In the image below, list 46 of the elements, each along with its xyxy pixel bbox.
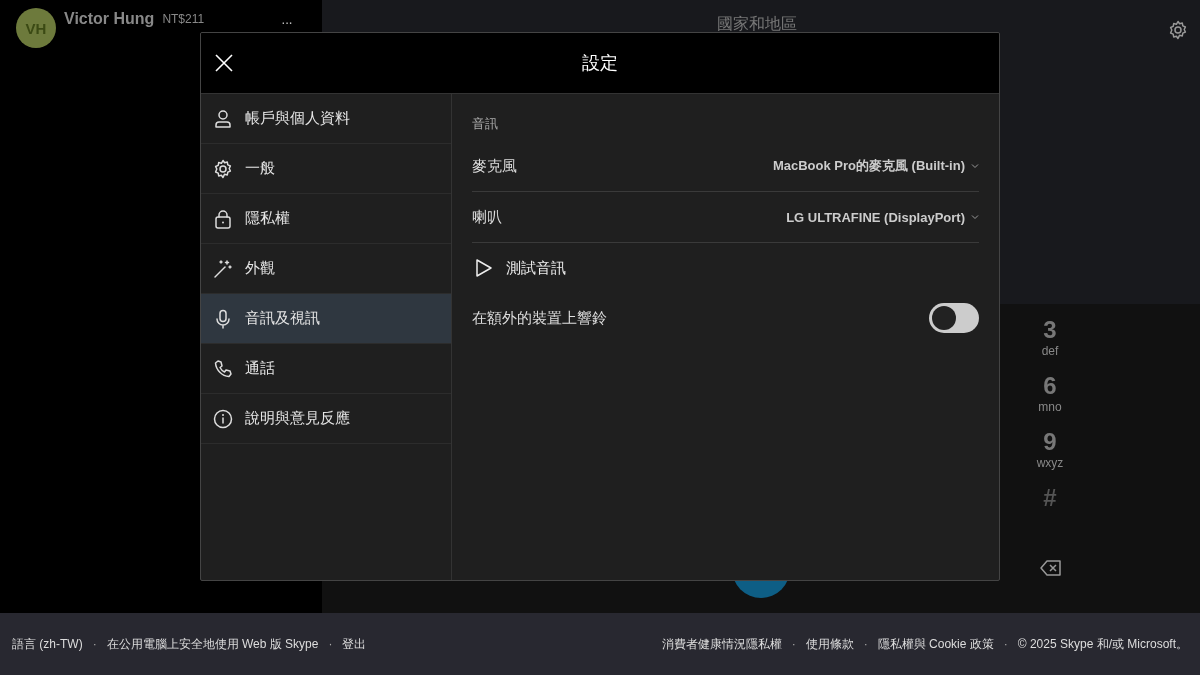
dialpad-key[interactable]: 6 mno xyxy=(1038,372,1062,424)
country-selector[interactable]: 國家和地區 xyxy=(717,14,797,35)
separator-dot: · xyxy=(92,637,97,651)
test-audio-button[interactable]: 測試音訊 xyxy=(472,257,566,279)
chevron-down-icon xyxy=(971,163,979,169)
device-dropdown[interactable]: LG ULTRAFINE (DisplayPort) xyxy=(786,209,979,225)
separator-dot: · xyxy=(791,637,796,651)
footer-link[interactable]: 使用條款 xyxy=(805,635,854,653)
dialpad-key[interactable]: 9 wxyz xyxy=(1036,428,1064,480)
microphone-icon xyxy=(213,308,233,329)
settings-icon[interactable] xyxy=(1168,20,1188,40)
sidebar-item[interactable]: 隱私權 xyxy=(201,194,451,244)
copyright-text: © 2025 Skype 和/或 Microsoft。 xyxy=(1017,635,1188,653)
section-heading: 音訊 xyxy=(472,115,498,133)
separator-dot: · xyxy=(1003,637,1008,651)
device-dropdown[interactable]: MacBook Pro的麥克風 (Built-in) xyxy=(772,157,979,175)
footer-link[interactable]: 語言 (zh-TW) xyxy=(12,635,83,653)
magic-wand-icon xyxy=(213,258,233,279)
credit-balance: NT$211 xyxy=(162,12,205,26)
lock-icon xyxy=(213,208,233,229)
footer-link[interactable]: 消費者健康情況隱私權 xyxy=(661,635,782,653)
toggle-switch[interactable] xyxy=(929,303,979,333)
footer-link[interactable]: 登出 xyxy=(342,635,367,653)
footer-link[interactable]: 隱私權與 Cookie 政策 xyxy=(877,635,994,653)
setting-label: 喇叭 xyxy=(472,207,502,227)
dialog-title: 設定 xyxy=(582,52,618,75)
settings-icon xyxy=(213,158,233,179)
sidebar-item[interactable]: 帳戶與個人資料 xyxy=(201,94,451,144)
separator-dot: · xyxy=(863,637,868,651)
info-icon xyxy=(213,408,233,429)
separator-dot: · xyxy=(328,637,333,651)
sidebar-item[interactable]: 說明與意見反應 xyxy=(201,394,451,444)
sidebar-item[interactable]: 通話 xyxy=(201,344,451,394)
backspace-icon[interactable] xyxy=(1040,559,1062,577)
user-name: Victor Hung xyxy=(64,10,155,28)
close-button[interactable] xyxy=(213,52,235,74)
setting-label: 麥克風 xyxy=(472,156,517,176)
sidebar-item[interactable]: 音訊及視訊 xyxy=(201,294,451,344)
setting-label: 在額外的裝置上響鈴 xyxy=(472,308,607,328)
dialpad-key[interactable]: 3 def xyxy=(1041,316,1059,368)
footer-link[interactable]: 在公用電腦上安全地使用 Web 版 Skype xyxy=(106,635,319,653)
more-button[interactable]: ··· xyxy=(281,14,292,30)
person-icon xyxy=(213,108,233,129)
sidebar-item[interactable]: 一般 xyxy=(201,144,451,194)
chevron-down-icon xyxy=(971,214,979,220)
phone-icon xyxy=(213,358,233,379)
